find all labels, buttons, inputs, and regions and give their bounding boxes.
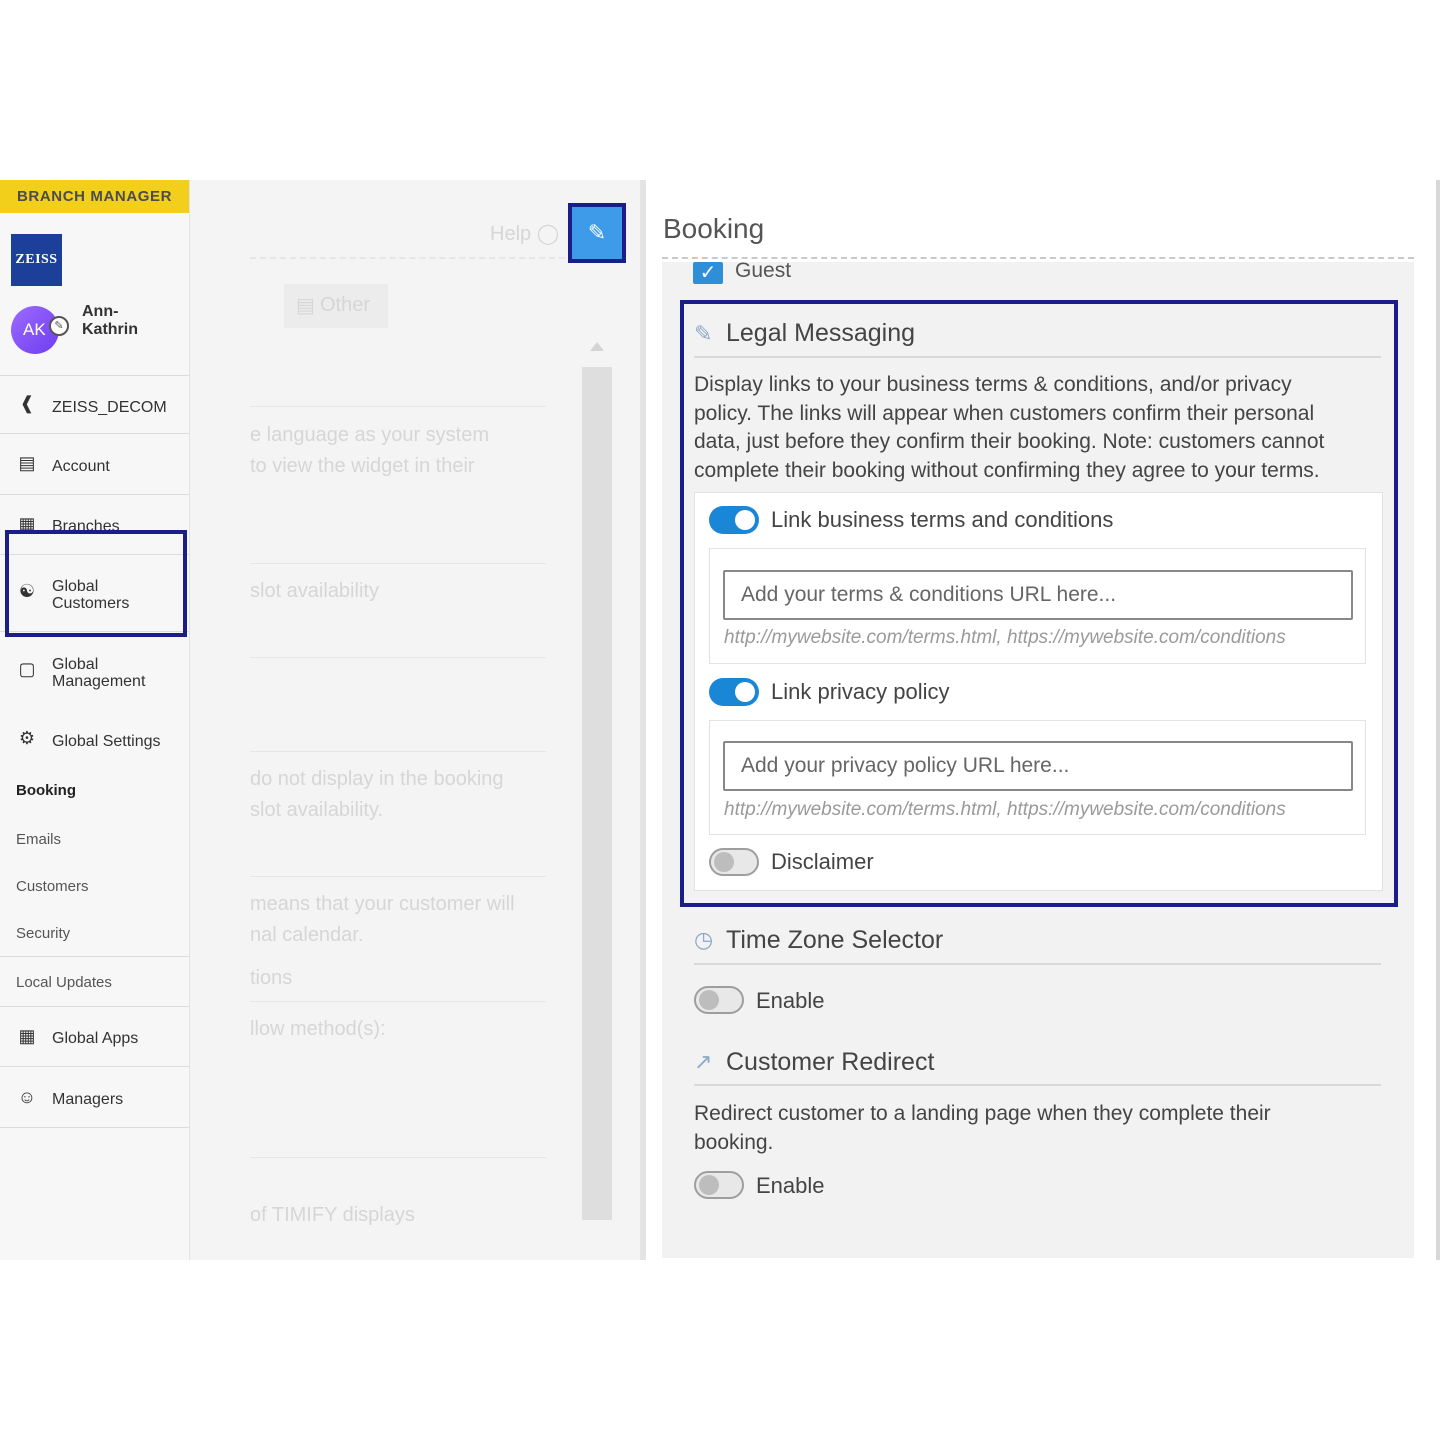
back-to-company[interactable]: ❰ ZEISS_DECOM bbox=[0, 375, 189, 433]
sub-item-customers[interactable]: Customers bbox=[16, 878, 89, 895]
sub-item-local-updates: Local Updates bbox=[16, 974, 112, 991]
redirect-title: Customer Redirect bbox=[726, 1048, 935, 1076]
gears-icon: ⚙ bbox=[18, 728, 36, 748]
window-edge bbox=[1436, 180, 1440, 1260]
faded-text: means that your customer will bbox=[250, 893, 515, 915]
highlight-global-settings bbox=[5, 530, 187, 637]
timezone-enable-toggle[interactable] bbox=[694, 986, 744, 1014]
faded-text: to view the widget in their bbox=[250, 455, 475, 477]
redirect-enable-label: Enable bbox=[756, 1173, 825, 1198]
faded-divider bbox=[250, 751, 546, 752]
sidebar-item-label: Account bbox=[52, 458, 110, 475]
highlight-legal-messaging bbox=[680, 300, 1398, 907]
sidebar-item-label: Global Settings bbox=[52, 733, 161, 750]
faded-text: e language as your system bbox=[250, 424, 490, 446]
faded-divider bbox=[250, 1001, 546, 1002]
sub-item-booking[interactable]: Booking bbox=[16, 782, 76, 799]
edit-button[interactable]: ✎ bbox=[568, 203, 626, 263]
user-icon: ☺ bbox=[17, 1087, 37, 1107]
suitcase-icon: ▢ bbox=[18, 659, 36, 679]
guest-checkbox[interactable]: ✓ bbox=[693, 262, 723, 284]
toggle-knob bbox=[699, 990, 719, 1010]
faded-text: of TIMIFY displays bbox=[250, 1204, 415, 1226]
sidebar-item-label: Global Apps bbox=[52, 1030, 139, 1047]
guest-label: Guest bbox=[735, 259, 792, 282]
back-arrow-icon: ❰ bbox=[19, 393, 35, 413]
middle-divider bbox=[250, 257, 565, 259]
faded-divider bbox=[250, 406, 546, 407]
faded-divider bbox=[250, 657, 546, 658]
file-icon: ▤ bbox=[296, 295, 315, 317]
sidebar: BRANCH MANAGER ZEISS AK ✎ Ann- Kathrin ❰… bbox=[0, 180, 190, 1260]
page-title: Booking bbox=[663, 213, 765, 244]
tab-other-label: Other bbox=[320, 294, 371, 316]
sidebar-item-global-management[interactable]: ▢ Global Management bbox=[0, 631, 189, 706]
faded-text: llow method(s): bbox=[250, 1018, 386, 1040]
redirect-description-line: booking. bbox=[694, 1131, 774, 1154]
faded-text: slot availability. bbox=[250, 799, 384, 821]
faded-text: do not display in the booking bbox=[250, 768, 504, 790]
pencil-icon: ✎ bbox=[587, 220, 607, 245]
sidebar-item-global-apps[interactable]: ▦ Global Apps bbox=[0, 1006, 189, 1066]
role-badge: BRANCH MANAGER bbox=[0, 180, 189, 213]
help-label: Help bbox=[490, 223, 532, 245]
faded-text: tions bbox=[250, 967, 293, 989]
sidebar-item-managers[interactable]: ☺ Managers bbox=[0, 1066, 189, 1128]
sidebar-item-label: Management bbox=[52, 673, 146, 690]
sidebar-item-label: Global bbox=[52, 656, 99, 673]
section-divider bbox=[694, 1084, 1381, 1086]
sidebar-item-label: Managers bbox=[52, 1091, 124, 1108]
faded-text: slot availability bbox=[250, 580, 379, 602]
sub-item-emails[interactable]: Emails bbox=[16, 831, 61, 848]
scrollbar[interactable] bbox=[582, 367, 612, 1220]
help-link[interactable]: Help ◯ bbox=[490, 221, 559, 246]
grid-icon: ▦ bbox=[18, 1026, 36, 1046]
sidebar-item-account[interactable]: ▤ Account bbox=[0, 433, 189, 494]
toggle-knob bbox=[699, 1175, 719, 1195]
back-item-label: ZEISS_DECOM bbox=[52, 399, 167, 416]
sub-item-local-updates-row[interactable]: Local Updates bbox=[0, 956, 189, 1006]
external-link-icon: ↗ bbox=[694, 1049, 713, 1074]
user-name-last: Kathrin bbox=[82, 321, 138, 338]
faded-text: nal calendar. bbox=[250, 924, 364, 946]
briefcase-icon: ▤ bbox=[18, 453, 36, 473]
redirect-enable-toggle[interactable] bbox=[694, 1171, 744, 1199]
sub-item-security[interactable]: Security bbox=[16, 925, 70, 942]
faded-divider bbox=[250, 1157, 546, 1158]
panel-divider bbox=[640, 180, 646, 1260]
faded-divider bbox=[250, 563, 546, 564]
faded-divider bbox=[250, 876, 546, 877]
user-name-first: Ann- bbox=[82, 303, 119, 320]
timezone-enable-label: Enable bbox=[756, 988, 825, 1013]
clock-icon: ◷ bbox=[694, 927, 714, 952]
lightbulb-icon: ◯ bbox=[536, 223, 560, 245]
sidebar-item-global-settings[interactable]: ⚙ Global Settings bbox=[0, 706, 189, 819]
scroll-up-arrow[interactable] bbox=[590, 342, 604, 351]
edit-avatar-icon[interactable]: ✎ bbox=[49, 316, 69, 336]
timezone-title: Time Zone Selector bbox=[726, 926, 944, 954]
redirect-description-line: Redirect customer to a landing page when… bbox=[694, 1102, 1271, 1125]
section-divider bbox=[694, 963, 1381, 965]
tab-other[interactable]: ▤ Other bbox=[284, 284, 388, 328]
middle-panel bbox=[190, 180, 640, 1260]
zeiss-logo: ZEISS bbox=[11, 234, 62, 286]
